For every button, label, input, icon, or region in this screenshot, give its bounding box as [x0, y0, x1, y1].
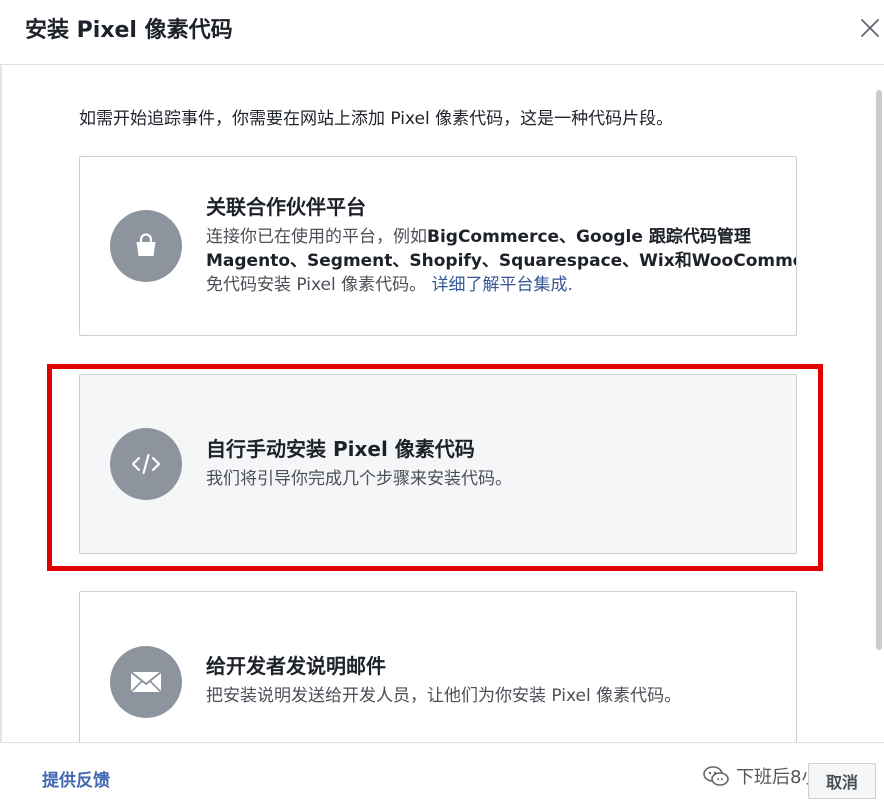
desc-line1-prefix: 连接你已在使用的平台，例如 — [206, 227, 427, 247]
dialog-header: 安装 Pixel 像素代码 — [0, 0, 884, 65]
learn-more-link[interactable]: 详细了解平台集成. — [432, 275, 573, 295]
scrollbar[interactable] — [876, 90, 882, 650]
dialog-title: 安装 Pixel 像素代码 — [25, 18, 233, 43]
option-text: 自行手动安装 Pixel 像素代码 我们将引导你完成几个步骤来安装代码。 — [206, 435, 796, 491]
shopping-bag-icon — [110, 210, 182, 282]
desc-line2-bold: Magento、Segment、Shopify、Squarespace、Wix和… — [206, 251, 797, 271]
wechat-icon — [703, 766, 729, 786]
close-icon[interactable] — [858, 16, 882, 40]
option-partner-platform[interactable]: 关联合作伙伴平台 连接你已在使用的平台，例如BigCommerce、Google… — [79, 156, 797, 336]
option-description: 把安装说明发送给开发人员，让他们为你安装 Pixel 像素代码。 — [206, 686, 682, 706]
option-text: 关联合作伙伴平台 连接你已在使用的平台，例如BigCommerce、Google… — [206, 193, 797, 297]
cancel-button[interactable]: 取消 — [808, 763, 876, 799]
option-title: 自行手动安装 Pixel 像素代码 — [206, 437, 475, 461]
option-description: 连接你已在使用的平台，例如BigCommerce、Google 跟踪代码管理 M… — [206, 225, 797, 297]
option-title: 关联合作伙伴平台 — [206, 195, 366, 219]
option-text: 给开发者发说明邮件 把安装说明发送给开发人员，让他们为你安装 Pixel 像素代… — [206, 652, 796, 708]
envelope-icon — [110, 646, 182, 718]
option-description: 我们将引导你完成几个步骤来安装代码。 — [206, 469, 512, 489]
intro-text: 如需开始追踪事件，你需要在网站上添加 Pixel 像素代码，这是一种代码片段。 — [79, 109, 674, 129]
option-title: 给开发者发说明邮件 — [206, 654, 386, 678]
window-edge — [0, 0, 2, 809]
option-manual-install[interactable]: 自行手动安装 Pixel 像素代码 我们将引导你完成几个步骤来安装代码。 — [79, 374, 797, 554]
code-icon — [110, 428, 182, 500]
dialog-footer: 提供反馈 下班后8小时 取消 — [0, 742, 884, 809]
feedback-link[interactable]: 提供反馈 — [42, 769, 110, 793]
option-email-developer[interactable]: 给开发者发说明邮件 把安装说明发送给开发人员，让他们为你安装 Pixel 像素代… — [79, 591, 797, 753]
desc-line1-bold: BigCommerce、Google 跟踪代码管理 — [427, 227, 751, 247]
desc-line3: 免代码安装 Pixel 像素代码。 — [206, 275, 427, 295]
install-pixel-dialog: 安装 Pixel 像素代码 如需开始追踪事件，你需要在网站上添加 Pixel 像… — [0, 0, 884, 809]
